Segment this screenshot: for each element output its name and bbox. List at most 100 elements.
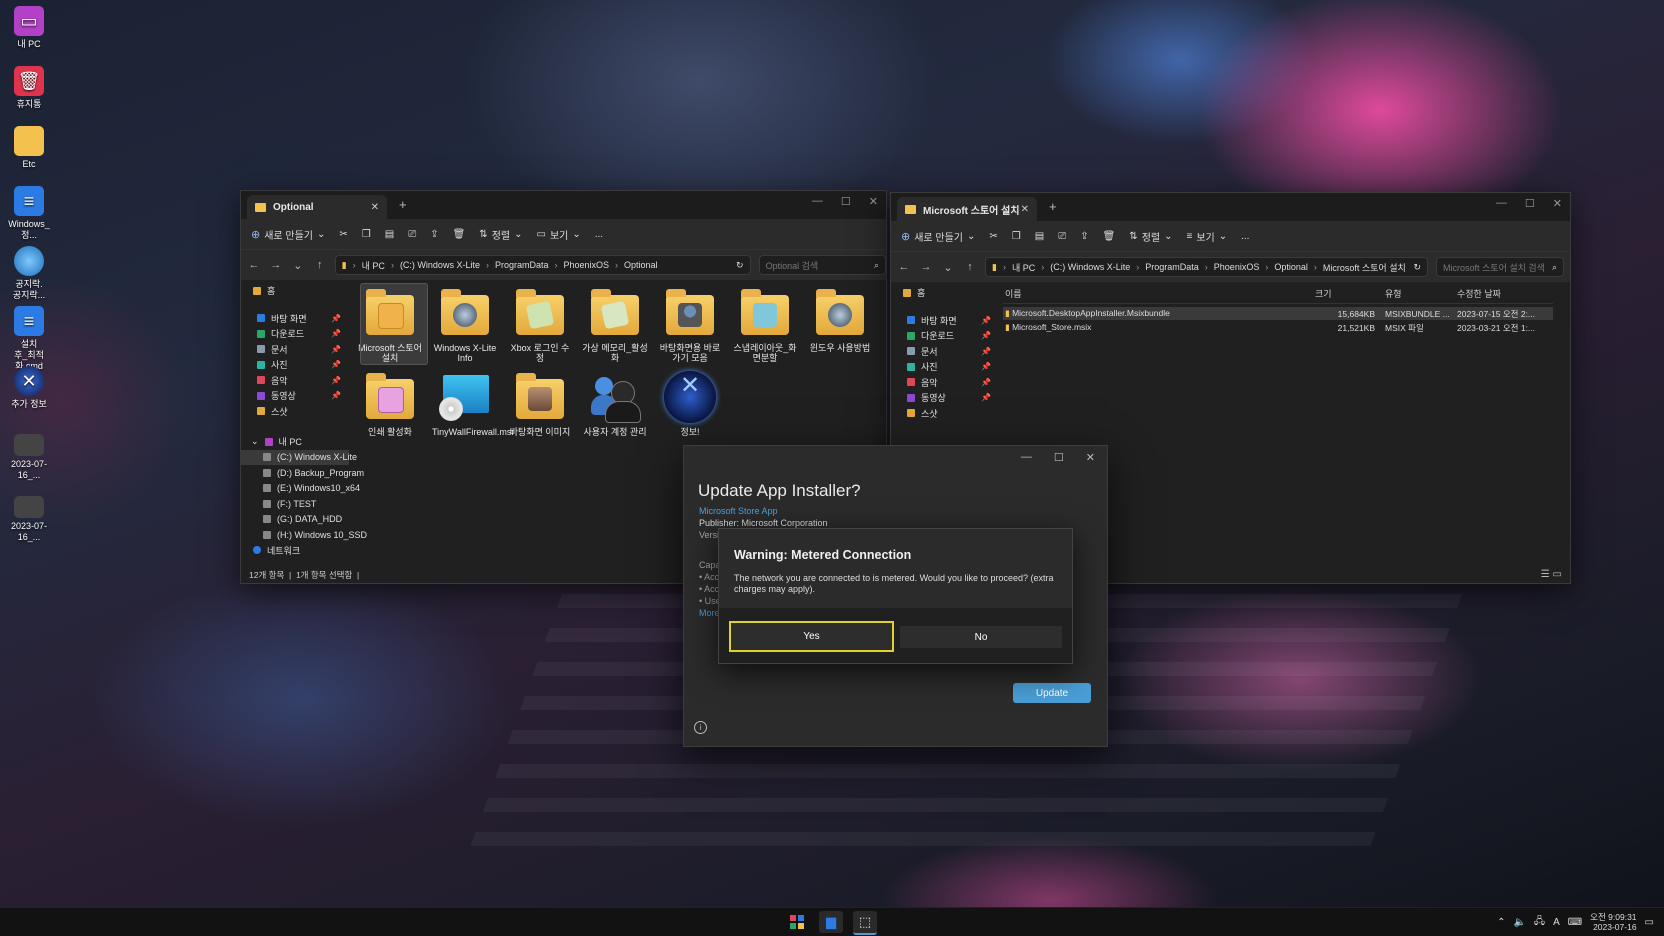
breadcrumb-item[interactable]: PhoenixOS [563,260,609,270]
new-button[interactable]: ⊕ 새로 만들기 ⌄ [251,227,325,242]
forward-arrow-icon[interactable]: → [269,259,283,271]
back-arrow-icon[interactable]: ← [247,259,261,271]
desktop-icon-screenshot-2[interactable]: 2023-07-16_... [4,496,54,543]
address-bar[interactable]: ▮ › 내 PC › (C:) Windows X-Lite › ProgramDat… [985,257,1428,277]
grid-item-print-enable[interactable]: 인쇄 활성화 [357,371,423,437]
grid-item-user-accounts[interactable]: 사용자 계정 관리 [582,371,648,437]
close-tab-icon[interactable]: ✕ [1021,204,1029,215]
table-row[interactable]: ▮ Microsoft.DesktopAppInstaller.Msixbund… [1003,307,1553,320]
grid-item-windows-howto[interactable]: 윈도우 사용방법 [807,287,873,353]
close-button[interactable]: ✕ [1553,197,1562,210]
cut-icon[interactable]: ✂ [339,229,347,240]
network-icon[interactable]: 🖧 [1534,914,1545,931]
cut-icon[interactable]: ✂ [989,231,997,242]
more-button[interactable]: ... [595,229,603,240]
up-arrow-icon[interactable]: ↑ [313,259,327,271]
clock[interactable]: 오전 9:09:31 2023-07-16 [1590,912,1636,932]
breadcrumb-item[interactable]: Optional [1274,262,1308,272]
sidebar-drive-e[interactable]: (E:) Windows10_x64 [241,481,360,497]
more-button[interactable]: ... [1241,231,1249,242]
column-name[interactable]: 이름 [1003,287,1315,300]
volume-icon[interactable]: 🔈 [1513,917,1525,928]
rename-icon[interactable]: ⎚ [408,229,416,240]
sidebar-item-network[interactable]: 네트워크 [241,543,349,559]
minimize-button[interactable]: — [812,195,823,208]
sidebar-item-this-pc[interactable]: ⌄ 내 PC [241,434,349,450]
grid-item-wallpaper-images[interactable]: 바탕화면 이미지 [507,371,573,437]
update-button[interactable]: Update [1013,683,1091,703]
paste-icon[interactable]: ▤ [1035,231,1044,242]
breadcrumb-item[interactable]: PhoenixOS [1214,262,1260,272]
grid-item-ms-store[interactable]: Microsoft 스토어 설치 [357,283,428,365]
breadcrumb-item[interactable]: 내 PC [362,259,385,272]
sort-button[interactable]: ⇅ 정렬 ⌄ [1129,229,1172,244]
grid-item-tinywall-msi[interactable]: TinyWallFirewall.msi [432,371,513,437]
sidebar-item-screenshots[interactable]: 스샷 [891,406,999,422]
desktop-icon-recycle-bin[interactable]: 🗑 휴지통 [4,66,54,110]
breadcrumb-item[interactable]: ProgramData [495,260,549,270]
sidebar-drive-h[interactable]: (H:) Windows 10_SSD [241,527,367,543]
yes-button[interactable]: Yes [729,621,894,652]
desktop-icon-windows-doc[interactable]: ≡ Windows_정... [4,186,54,241]
breadcrumb-item[interactable]: (C:) Windows X-Lite [1050,262,1130,272]
delete-icon[interactable]: 🗑 [453,229,466,240]
tab-ms-store[interactable]: Microsoft 스토어 설치 ✕ [897,197,1037,221]
desktop-icon-install-cmd[interactable]: ≡ 설치 후_최적화.cmd [4,306,54,372]
column-date[interactable]: 수정한 날짜 [1457,287,1547,300]
start-button[interactable] [785,911,809,933]
sidebar-item-pictures[interactable]: 사진 📌 [891,359,999,375]
back-arrow-icon[interactable]: ← [897,261,911,273]
sidebar-item-documents[interactable]: 문서 📌 [891,344,999,360]
search-input[interactable]: Microsoft 스토어 설치 검색 ⌕ [1436,257,1564,277]
view-button[interactable]: ▭ 보기 ⌄ [536,227,580,242]
up-arrow-icon[interactable]: ↑ [963,261,977,273]
desktop-icon-screenshot-1[interactable]: 2023-07-16_... [4,434,54,481]
breadcrumb-item[interactable]: 내 PC [1012,261,1035,274]
refresh-icon[interactable]: ↻ [736,260,744,271]
ime-indicator[interactable]: A [1553,917,1560,928]
sidebar-item-screenshots[interactable]: 스샷 [241,404,349,420]
desktop-icon-my-pc[interactable]: ▭ 내 PC [4,6,54,50]
new-tab-button[interactable]: + [1049,199,1057,214]
address-bar[interactable]: ▮ › 내 PC › (C:) Windows X-Lite › ProgramDat… [334,255,751,275]
close-button[interactable]: ✕ [869,195,878,208]
rename-icon[interactable]: ⎚ [1058,231,1066,242]
grid-item-snap-layout[interactable]: 스냅레이아웃_화면분할 [732,287,798,363]
info-icon[interactable]: i [694,721,707,734]
store-app-link[interactable]: Microsoft Store App [699,506,778,516]
sidebar-item-music[interactable]: 음악 📌 [891,375,999,391]
sidebar-item-downloads[interactable]: 다운로드 📌 [241,326,349,342]
table-row[interactable]: ▮ Microsoft_Store.msix 21,521KB MSIX 파일 … [1003,321,1553,334]
grid-item-info[interactable]: ✕ 정보! [657,371,723,437]
keyboard-icon[interactable]: ⌨ [1568,917,1582,928]
breadcrumb-item[interactable]: (C:) Windows X-Lite [400,260,480,270]
more-link[interactable]: More [699,608,720,618]
details-view-icon[interactable]: ☰ [1541,569,1550,580]
paste-icon[interactable]: ▤ [385,229,394,240]
tiles-view-icon[interactable]: ▭ [1553,569,1562,580]
forward-arrow-icon[interactable]: → [919,261,933,273]
sidebar-item-desktop[interactable]: 바탕 화면 📌 [891,313,999,329]
share-icon[interactable]: ⇪ [430,229,438,240]
sidebar-drive-d[interactable]: (D:) Backup_Program [241,465,364,481]
grid-item-virtual-memory[interactable]: 가상 메모리_활성화 [582,287,648,363]
grid-item-xlite-info[interactable]: Windows X-Lite Info [432,287,498,363]
sidebar-item-home[interactable]: 홈 [241,283,349,299]
search-input[interactable]: Optional 검색 ⌕ [758,255,886,275]
notification-icon[interactable]: ▭ [1645,917,1654,928]
sidebar-item-music[interactable]: 음악 📌 [241,373,349,389]
view-button[interactable]: ≡ 보기 ⌄ [1186,229,1227,244]
sidebar-item-videos[interactable]: 동영상 📌 [891,390,999,406]
maximize-button[interactable]: ☐ [841,195,851,208]
taskbar-app-explorer[interactable]: ▆ [819,911,843,933]
close-button[interactable]: ✕ [1086,451,1095,464]
sidebar-item-downloads[interactable]: 다운로드 📌 [891,328,999,344]
sidebar-item-desktop[interactable]: 바탕 화면 📌 [241,311,349,327]
breadcrumb-item[interactable]: ProgramData [1145,262,1199,272]
breadcrumb-item[interactable]: Optional [624,260,658,270]
sidebar-drive-c[interactable]: (C:) Windows X-Lite [241,449,357,465]
minimize-button[interactable]: — [1496,197,1507,210]
sidebar-drive-g[interactable]: (G:) DATA_HDD [241,512,349,528]
desktop-icon-etc[interactable]: Etc [4,126,54,170]
desktop-icon-globe-shortcut[interactable]: 공지락. 공지락... [4,246,54,301]
